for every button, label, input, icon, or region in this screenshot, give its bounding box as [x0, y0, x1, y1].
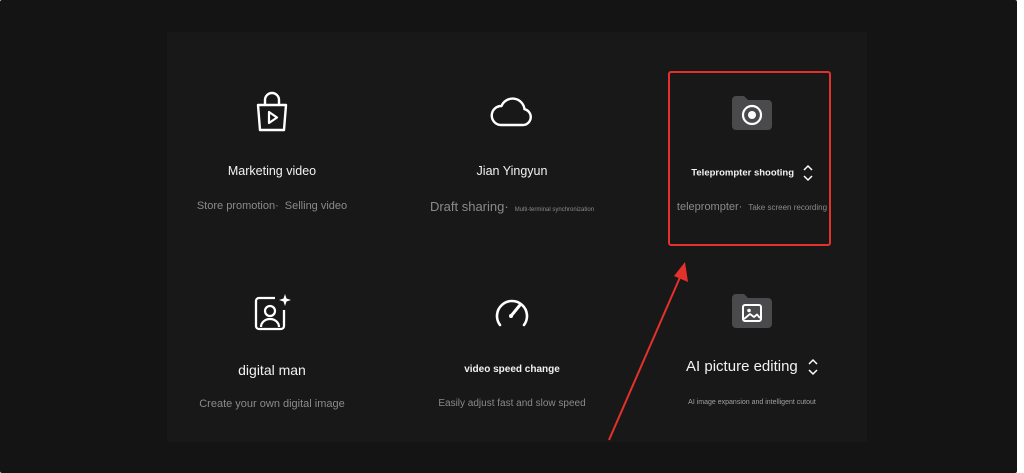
annotation-arrow	[608, 262, 688, 441]
